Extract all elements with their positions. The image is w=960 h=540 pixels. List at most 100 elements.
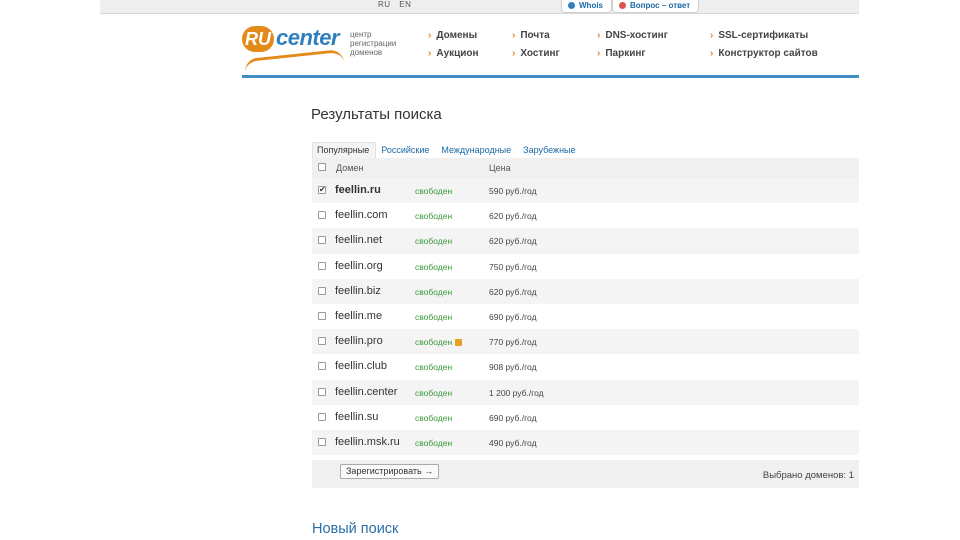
whois-label: Whois [579, 1, 603, 10]
domain-status: свободен [415, 337, 463, 348]
domain-name: feellin.msk.ru [335, 435, 400, 448]
nav-ssl[interactable]: SSL-сертификаты [710, 30, 808, 41]
domain-status: свободен [415, 388, 452, 398]
table-row: ✔ feellin.ru свободен 590 руб./год [312, 178, 859, 204]
page-title: Результаты поиска [311, 106, 442, 123]
domain-price: 690 руб./год [489, 412, 537, 423]
domain-status: свободен [415, 186, 452, 196]
domain-status-text: свободен [415, 311, 453, 322]
domain-name: feellin.me [335, 309, 383, 322]
domain-checkbox[interactable] [318, 211, 326, 220]
domain-status-text: свободен [415, 437, 453, 448]
domain-checkbox[interactable]: ✔ [318, 186, 326, 194]
table-header: Домен Цена [312, 158, 859, 178]
domain-name: feellin.net [335, 234, 383, 247]
domain-status: свободен [415, 211, 452, 221]
tab-popular[interactable]: Популярные [312, 142, 377, 158]
question-icon [619, 2, 626, 9]
domain-status: свободен [415, 312, 452, 322]
domain-price: 620 руб./год [489, 211, 537, 222]
domain-status-text: свободен [415, 186, 453, 196]
top-bar: RU EN Whois Вопрос – ответ [100, 0, 859, 14]
table-row: feellin.me свободен 690 руб./год [312, 303, 859, 330]
domain-status-text: свободен [415, 337, 453, 348]
domain-checkbox[interactable] [318, 362, 326, 371]
table-body: ✔ feellin.ru свободен 590 руб./год feellin.c… [312, 178, 859, 456]
table-row: feellin.org свободен 750 руб./год [312, 253, 859, 279]
column-domain: Домен [336, 163, 364, 173]
domain-checkbox[interactable] [318, 236, 326, 245]
domain-checkbox[interactable] [318, 337, 326, 346]
tab-international[interactable]: Международные [436, 142, 518, 158]
domain-status-text: свободен [415, 261, 453, 272]
nav-dns-hosting[interactable]: DNS-хостинг [597, 30, 668, 41]
domain-name: feellin.com [335, 209, 388, 222]
tab-russian[interactable]: Российские [376, 142, 436, 158]
domain-price: 490 руб./год [489, 437, 537, 448]
domain-status-text: свободен [415, 236, 453, 247]
domain-status: свободен [415, 287, 452, 297]
logo-ru-badge[interactable]: RU [242, 26, 274, 52]
domain-checkbox[interactable] [318, 387, 326, 396]
domain-price: 690 руб./год [489, 311, 537, 322]
nav-auction[interactable]: Аукцион [428, 48, 478, 59]
domain-status-text: свободен [415, 362, 453, 373]
domain-status: свободен [415, 262, 452, 272]
domain-name: feellin.org [335, 259, 383, 272]
domain-name: feellin.pro [335, 335, 383, 348]
register-button[interactable]: Зарегистрировать → [340, 464, 440, 479]
results-table: Домен Цена ✔ feellin.ru свободен 590 руб./г… [312, 158, 859, 456]
table-row: feellin.biz свободен 620 руб./год [312, 278, 859, 304]
table-row: feellin.net свободен 620 руб./год [312, 228, 859, 254]
nav-site-builder[interactable]: Конструктор сайтов [710, 48, 817, 59]
domain-status: свободен [415, 236, 452, 246]
table-footer: Зарегистрировать → Выбрано доменов: 1 [312, 460, 859, 488]
logo-ru-text: RU [245, 29, 271, 49]
lang-en[interactable]: EN [399, 0, 411, 9]
selected-count: Выбрано доменов: 1 [762, 470, 854, 481]
table-row: feellin.su свободен 690 руб./год [312, 404, 859, 430]
logo-subtitle: центр регистрации доменов [350, 30, 397, 57]
qa-label: Вопрос – ответ [630, 1, 691, 10]
domain-checkbox[interactable] [318, 412, 326, 421]
domain-price: 590 руб./год [489, 186, 537, 196]
domain-price: 620 руб./год [489, 236, 537, 247]
domain-status-text: свободен [415, 412, 453, 423]
logo-center-text[interactable]: center [276, 25, 340, 51]
domain-price: 770 руб./год [489, 337, 537, 348]
domain-status-text: свободен [415, 387, 453, 398]
domain-price: 620 руб./год [489, 286, 537, 297]
lang-ru[interactable]: RU [378, 0, 391, 9]
select-all-checkbox[interactable] [318, 163, 326, 171]
domain-checkbox[interactable] [318, 261, 326, 270]
domain-price: 750 руб./год [489, 261, 537, 272]
column-price: Цена [489, 163, 511, 173]
table-row: feellin.club свободен 908 руб./год [312, 354, 859, 380]
table-row: feellin.msk.ru свободен 490 руб./год [312, 429, 859, 456]
nav-domains[interactable]: Домены [428, 30, 477, 41]
domain-status: свободен [415, 362, 452, 372]
table-row: feellin.com свободен 620 руб./год [312, 203, 859, 229]
table-row: feellin.center свободен 1 200 руб./год [312, 379, 859, 405]
tab-foreign[interactable]: Зарубежные [518, 142, 582, 158]
domain-name: feellin.center [335, 385, 398, 398]
nav-parking[interactable]: Паркинг [597, 48, 645, 59]
domain-checkbox[interactable] [318, 311, 326, 320]
domain-name: feellin.ru [335, 184, 381, 196]
domain-status: свободен [415, 438, 452, 448]
whois-link[interactable]: Whois [561, 0, 612, 13]
qa-link[interactable]: Вопрос – ответ [612, 0, 700, 13]
domain-status: свободен [415, 413, 452, 423]
new-search-link[interactable]: Новый поиск [312, 521, 398, 537]
nav-mail[interactable]: Почта [512, 30, 549, 41]
domain-name: feellin.su [335, 410, 379, 423]
domain-price: 908 руб./год [489, 362, 537, 373]
domain-price: 1 200 руб./год [489, 387, 544, 398]
domain-status-text: свободен [415, 286, 453, 297]
nav-hosting[interactable]: Хостинг [512, 48, 559, 59]
domain-name: feellin.biz [335, 284, 381, 297]
domain-checkbox[interactable] [318, 286, 326, 295]
domain-checkbox[interactable] [318, 437, 326, 446]
language-switch: RU EN [378, 0, 417, 9]
info-icon[interactable] [455, 339, 463, 347]
